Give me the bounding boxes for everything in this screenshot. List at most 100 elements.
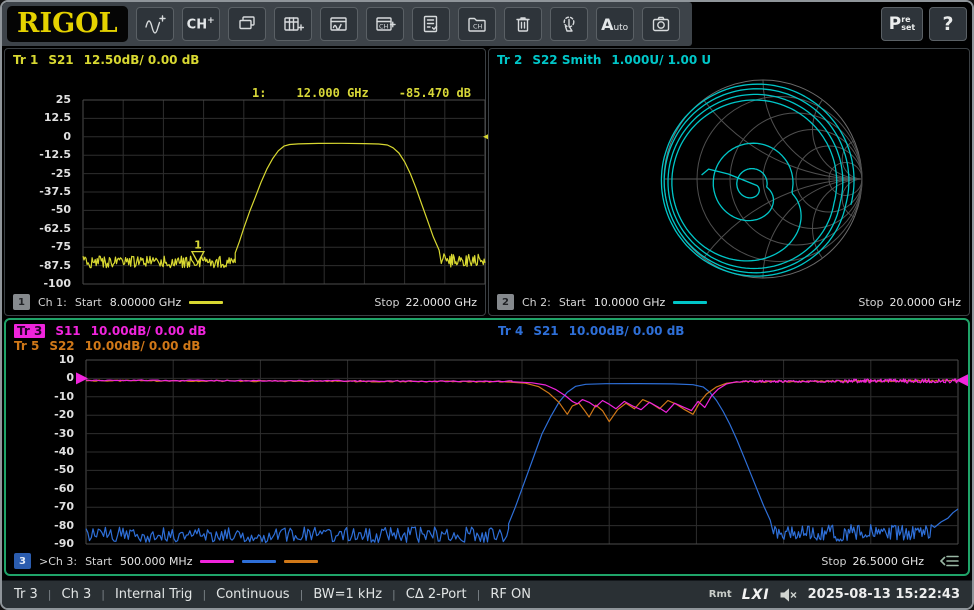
ch1-plot: 1	[83, 100, 485, 284]
help-button[interactable]: ?	[929, 7, 967, 41]
ch1-channel-bar: 1 Ch 1: Start8.00000 GHz Stop22.0000 GHz	[13, 293, 477, 311]
ch3-y-axis: 100-10-20-30-40-50-60-70-80-90	[6, 360, 80, 544]
save-recall-button[interactable]	[412, 7, 450, 41]
ch3-trace4-swatch	[242, 560, 276, 563]
status-rf: RF ON	[490, 587, 531, 602]
trace5-header: Tr 5 S22 10.00dB/ 0.00 dB	[14, 339, 200, 353]
ch3-plot	[86, 360, 958, 544]
window-ch3-active[interactable]: Tr 3 S11 10.00dB/ 0.00 dB Tr 5 S22 10.00…	[4, 318, 970, 576]
trace1-meas: S21	[48, 53, 73, 67]
y-axis-tick: 10	[0, 353, 74, 366]
y-axis-tick: 25	[0, 93, 71, 106]
lxi-indicator: LXI	[742, 587, 770, 603]
file-checklist-icon	[420, 14, 442, 34]
preset-button[interactable]: P reset	[881, 7, 923, 41]
y-axis-tick: -50	[0, 203, 71, 216]
svg-text:CH: CH	[473, 23, 483, 31]
help-icon: ?	[942, 13, 953, 35]
add-channel-button[interactable]: CH+	[182, 7, 220, 41]
y-axis-tick: -50	[0, 463, 74, 476]
status-cal: CΔ 2-Port	[406, 587, 467, 602]
trace3-meas: S11	[55, 324, 80, 338]
y-axis-tick: 0	[0, 130, 71, 143]
touch-button[interactable]	[550, 7, 588, 41]
ch2-label: Ch 2:	[522, 296, 551, 309]
y-axis-tick: -12.5	[0, 148, 71, 161]
status-trigger: Internal Trig	[115, 587, 192, 602]
screenshot-button[interactable]	[642, 7, 680, 41]
ch1-start-value: 8.00000 GHz	[110, 296, 182, 309]
ch2-stop-value: 20.0000 GHz	[889, 296, 961, 309]
status-active-channel: Ch 3	[62, 587, 92, 602]
table-add-icon	[282, 14, 304, 34]
trace3-header: Tr 3 S11 10.00dB/ 0.00 dB	[14, 324, 206, 338]
window-ch1[interactable]: Tr 1 S21 12.50dB/ 0.00 dB 1: 12.000 GHz …	[4, 48, 486, 316]
trace4-meas: S21	[533, 324, 558, 338]
y-axis-tick: -40	[0, 445, 74, 458]
trace1-scale: 12.50dB/ 0.00 dB	[84, 53, 200, 67]
ch1-trace-swatch	[189, 301, 223, 304]
wave-plus-icon	[144, 14, 166, 34]
camera-icon	[650, 14, 672, 34]
cal-channel-button[interactable]: CH	[458, 7, 496, 41]
folder-ch-icon: CH	[466, 14, 488, 34]
marker1-readout: 1: 12.000 GHz -85.470 dB	[252, 86, 471, 100]
measure-setup-button[interactable]	[274, 7, 312, 41]
y-axis-tick: -70	[0, 500, 74, 513]
ch3-badge[interactable]: 3	[14, 553, 31, 569]
trace3-scale: 10.00dB/ 0.00 dB	[91, 324, 207, 338]
window-channel-add-icon: CH	[374, 14, 396, 34]
ch3-trace-chart	[86, 360, 958, 544]
menu-collapse-icon	[940, 554, 960, 568]
y-axis-tick: -90	[0, 537, 74, 550]
status-active-trace: Tr 3	[14, 587, 38, 602]
datetime: 2025-08-13 15:22:43	[808, 587, 960, 602]
trace1-header: Tr 1 S21 12.50dB/ 0.00 dB	[13, 53, 199, 67]
trace5-name: Tr 5	[14, 339, 39, 353]
y-axis-tick: -75	[0, 240, 71, 253]
ch1-trace-chart: 1	[83, 100, 485, 284]
remote-indicator: Rmt	[709, 589, 732, 600]
ch1-badge[interactable]: 1	[13, 294, 30, 310]
delete-button[interactable]	[504, 7, 542, 41]
toolbar-left-group: RIGOL CH+	[2, 2, 692, 46]
status-sweep-mode: Continuous	[216, 587, 289, 602]
ch3-trace5-swatch	[284, 560, 318, 563]
trace-window-button[interactable]	[320, 7, 358, 41]
window-ch2[interactable]: Tr 2 S22 Smith 1.000U/ 1.00 U 2 Ch 2: St…	[488, 48, 970, 316]
channel-window-button[interactable]: CH	[366, 7, 404, 41]
channel-add-icon: CH+	[187, 16, 215, 32]
y-axis-tick: -87.5	[0, 259, 71, 272]
toolbar-right-group: P reset ?	[881, 7, 972, 41]
trace3-active-badge: Tr 3	[14, 324, 45, 338]
layers-icon	[236, 14, 258, 34]
y-axis-tick: -60	[0, 482, 74, 495]
trace4-header: Tr 4 S21 10.00dB/ 0.00 dB	[498, 324, 684, 338]
ch1-y-axis: 2512.50-12.5-25-37.5-50-62.5-75-87.5-100	[5, 100, 77, 284]
ch3-label: >Ch 3:	[39, 555, 77, 568]
ch2-start-value: 10.0000 GHz	[594, 296, 666, 309]
svg-text:1: 1	[194, 239, 202, 252]
ch1-stop-value: 22.0000 GHz	[405, 296, 477, 309]
collapse-menu-button[interactable]	[940, 554, 960, 568]
rigol-logo: RIGOL	[7, 6, 128, 42]
status-bandwidth: BW=1 kHz	[313, 587, 382, 602]
y-axis-tick: 0	[0, 371, 74, 384]
ch2-badge[interactable]: 2	[497, 294, 514, 310]
display-layout-button[interactable]	[228, 7, 266, 41]
add-trace-button[interactable]	[136, 7, 174, 41]
trace1-name: Tr 1	[13, 53, 38, 67]
y-axis-tick: -10	[0, 390, 74, 403]
ch2-channel-bar: 2 Ch 2: Start10.0000 GHz Stop20.0000 GHz	[497, 293, 961, 311]
y-axis-tick: -100	[0, 277, 71, 290]
window-wave-icon	[328, 14, 350, 34]
auto-scale-button[interactable]: Auto	[596, 7, 634, 41]
analyzer-screen: RIGOL CH+	[0, 0, 974, 610]
touch-icon	[558, 14, 580, 34]
speaker-mute-icon	[780, 588, 798, 602]
trace5-scale: 10.00dB/ 0.00 dB	[85, 339, 201, 353]
trash-icon	[512, 14, 534, 34]
y-axis-tick: -30	[0, 427, 74, 440]
ch3-start-value: 500.000 MHz	[120, 555, 193, 568]
y-axis-tick: -20	[0, 408, 74, 421]
